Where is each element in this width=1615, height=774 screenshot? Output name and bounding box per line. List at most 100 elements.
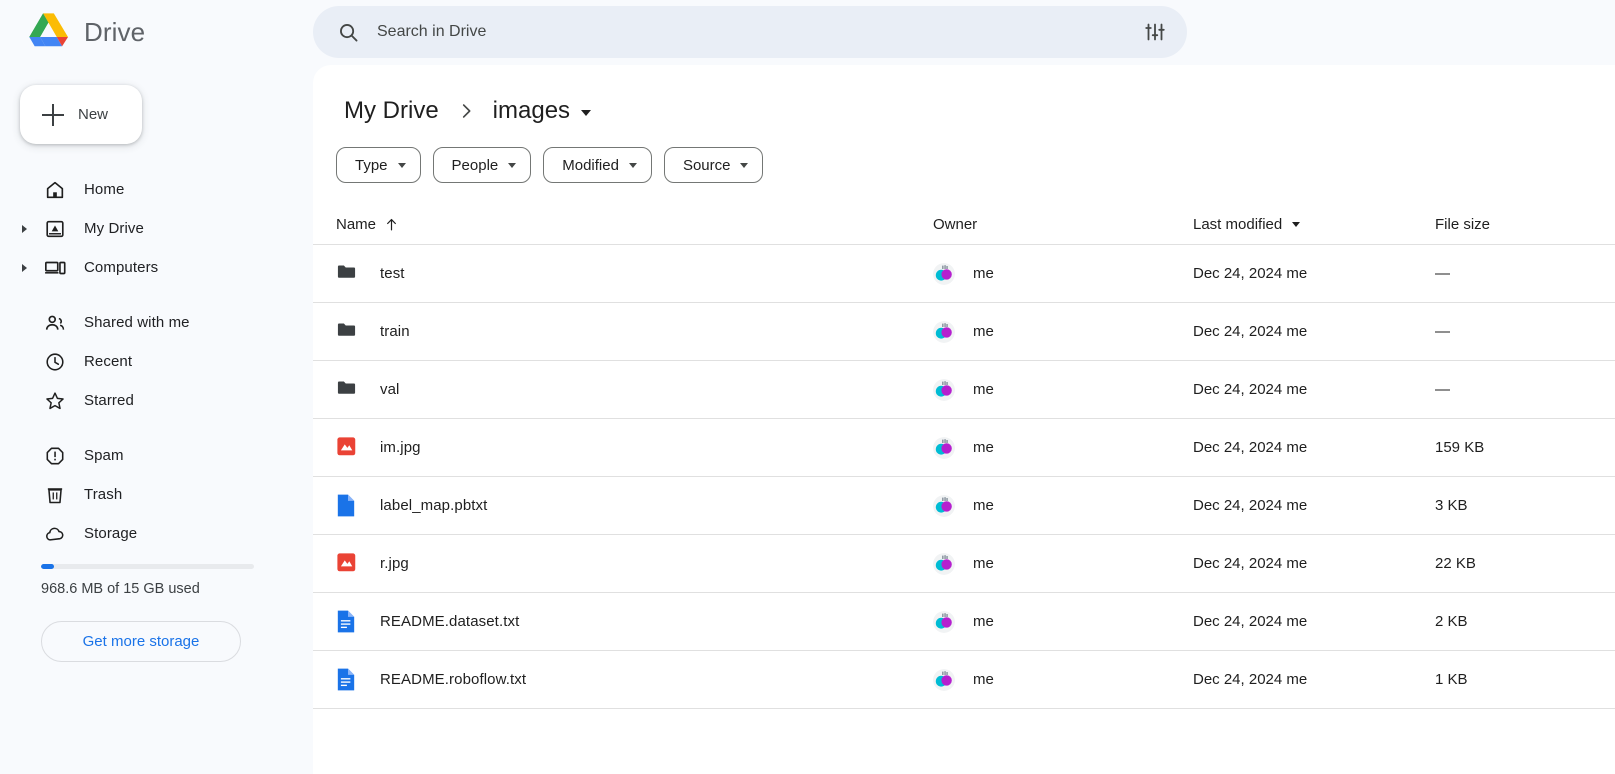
search-icon [337, 21, 360, 44]
table-row[interactable]: r.jpg me Dec 24, 2024 me 22 KB [313, 535, 1615, 593]
cell-owner: me [933, 494, 1193, 517]
chevron-down-icon [740, 162, 749, 168]
filter-chip-label: Source [682, 156, 731, 174]
table-row[interactable]: README.roboflow.txt me Dec 24, 2024 me 1 K… [313, 651, 1615, 709]
cell-name: val [336, 377, 933, 403]
caret-down-icon [1292, 222, 1301, 227]
filter-chip-people[interactable]: People [432, 147, 532, 183]
cell-owner: me [933, 436, 1193, 459]
cell-modified: Dec 24, 2024 me [1193, 265, 1435, 282]
storage-usage-text: 968.6 MB of 15 GB used [41, 581, 200, 597]
nav-group-system: Spam Trash Storage [0, 436, 313, 553]
computers-icon [44, 257, 66, 279]
cell-modified: Dec 24, 2024 me [1193, 439, 1435, 456]
owner-label: me [973, 671, 994, 688]
cell-size: 22 KB [1435, 555, 1615, 572]
sidebar-item-trash[interactable]: Trash [0, 475, 313, 514]
owner-label: me [973, 265, 994, 282]
column-header-modified-label: Last modified [1193, 216, 1283, 233]
table-row[interactable]: im.jpg me Dec 24, 2024 me 159 KB [313, 419, 1615, 477]
get-more-storage-button[interactable]: Get more storage [41, 621, 241, 662]
caret-down-icon [581, 109, 592, 116]
avatar [933, 262, 955, 285]
owner-label: me [973, 323, 994, 340]
file-size-label: — [1435, 265, 1450, 282]
modified-label: Dec 24, 2024 me [1193, 265, 1308, 282]
cell-modified: Dec 24, 2024 me [1193, 555, 1435, 572]
folder-icon [336, 319, 357, 345]
drive-outline-icon [44, 218, 66, 240]
column-header-owner-label: Owner [933, 216, 978, 233]
cell-size: 2 KB [1435, 613, 1615, 630]
search-input[interactable] [377, 23, 1143, 41]
cell-size: 3 KB [1435, 497, 1615, 514]
column-header-owner[interactable]: Owner [933, 216, 1193, 233]
sidebar-item-recent[interactable]: Recent [0, 342, 313, 381]
cell-modified: Dec 24, 2024 me [1193, 381, 1435, 398]
table-row[interactable]: train me Dec 24, 2024 me — [313, 303, 1615, 361]
cell-owner: me [933, 320, 1193, 343]
sidebar-nav: Home My Drive Computers Shared with me R… [0, 170, 313, 569]
arrow-up-icon [383, 216, 400, 233]
file-name-label: README.dataset.txt [380, 613, 520, 630]
content-panel: My Drive images Type People Modified Sou… [313, 65, 1615, 774]
column-header-modified[interactable]: Last modified [1193, 216, 1435, 233]
cell-modified: Dec 24, 2024 me [1193, 323, 1435, 340]
main-area: My Drive images Type People [313, 0, 1615, 774]
sidebar-item-shared-with-me[interactable]: Shared with me [0, 303, 313, 342]
file-name-label: train [380, 323, 410, 340]
modified-label: Dec 24, 2024 me [1193, 323, 1308, 340]
table-row[interactable]: test me Dec 24, 2024 me — [313, 245, 1615, 303]
new-button-label: New [78, 106, 109, 123]
sidebar-item-label: Home [84, 181, 125, 198]
sidebar-item-label: Trash [84, 486, 123, 503]
sidebar-item-starred[interactable]: Starred [0, 381, 313, 420]
chevron-down-icon [508, 162, 517, 168]
people-icon [44, 312, 66, 334]
drive-app: Drive New Home My Drive Computers Shared… [0, 0, 1615, 774]
modified-label: Dec 24, 2024 me [1193, 497, 1308, 514]
breadcrumb-root[interactable]: My Drive [336, 93, 447, 129]
folder-icon [336, 377, 357, 403]
cell-owner: me [933, 552, 1193, 575]
sidebar-item-storage[interactable]: Storage [0, 514, 313, 553]
expand-caret-icon[interactable] [22, 224, 27, 233]
sidebar-item-computers[interactable]: Computers [0, 248, 313, 287]
cell-owner: me [933, 668, 1193, 691]
owner-label: me [973, 497, 994, 514]
chevron-down-icon [397, 162, 406, 168]
cell-name: label_map.pbtxt [336, 493, 933, 519]
filter-chip-type[interactable]: Type [336, 147, 421, 183]
cell-name: im.jpg [336, 435, 933, 461]
modified-label: Dec 24, 2024 me [1193, 381, 1308, 398]
column-header-name[interactable]: Name [336, 216, 933, 233]
file-name-label: val [380, 381, 400, 398]
tune-icon[interactable] [1143, 20, 1167, 44]
image-file-icon [336, 551, 357, 577]
sidebar-item-spam[interactable]: Spam [0, 436, 313, 475]
modified-label: Dec 24, 2024 me [1193, 613, 1308, 630]
avatar [933, 378, 955, 401]
filter-chip-modified[interactable]: Modified [543, 147, 652, 183]
search-bar[interactable] [313, 6, 1187, 58]
table-row[interactable]: val me Dec 24, 2024 me — [313, 361, 1615, 419]
owner-label: me [973, 381, 994, 398]
new-button[interactable]: New [20, 85, 142, 144]
filter-chip-source[interactable]: Source [663, 147, 764, 183]
column-header-size-label: File size [1435, 216, 1491, 233]
modified-label: Dec 24, 2024 me [1193, 439, 1308, 456]
sidebar-item-home[interactable]: Home [0, 170, 313, 209]
cell-name: train [336, 319, 933, 345]
expand-caret-icon[interactable] [22, 263, 27, 272]
column-header-size[interactable]: File size [1435, 216, 1615, 233]
table-body: test me Dec 24, 2024 me — train me Dec 24, … [313, 245, 1615, 709]
owner-label: me [973, 613, 994, 630]
breadcrumb-current-folder[interactable]: images [485, 93, 599, 129]
storage-progress-fill [41, 564, 54, 569]
sidebar-item-my-drive[interactable]: My Drive [0, 209, 313, 248]
table-row[interactable]: README.dataset.txt me Dec 24, 2024 me 2 KB [313, 593, 1615, 651]
brand[interactable]: Drive [0, 0, 313, 64]
sidebar-item-label: My Drive [84, 220, 144, 237]
table-row[interactable]: label_map.pbtxt me Dec 24, 2024 me 3 KB [313, 477, 1615, 535]
cell-name: README.dataset.txt [336, 609, 933, 635]
